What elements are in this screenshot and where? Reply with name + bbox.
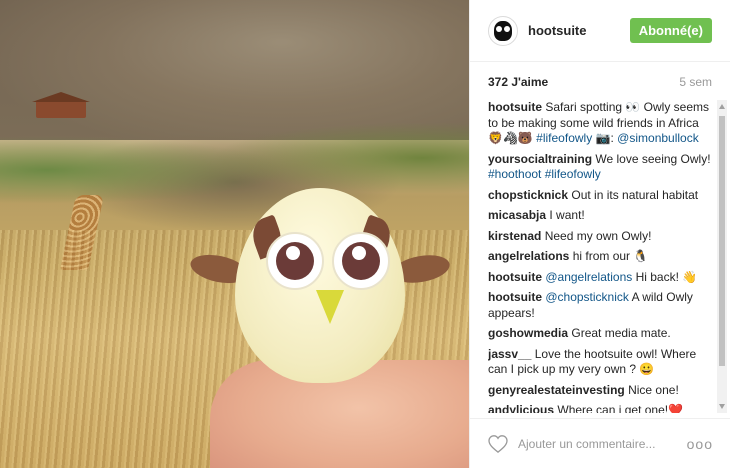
owl-right-eye: [332, 232, 390, 290]
comment-item: andylicious Where can i get one!❤️: [488, 403, 716, 413]
comment-user[interactable]: genyrealestateinvesting: [488, 383, 625, 397]
post-stats: 372 J'aime 5 sem: [470, 62, 730, 102]
mention-link[interactable]: @chopsticknick: [545, 290, 629, 304]
post-age[interactable]: 5 sem: [679, 75, 712, 89]
add-comment-input[interactable]: Ajouter un commentaire...: [518, 437, 655, 451]
comment-user[interactable]: yoursocialtraining: [488, 152, 592, 166]
comment-item: hootsuite Safari spotting 👀 Owly seems t…: [488, 100, 716, 147]
comment-item: hootsuite @chopsticknick A wild Owly app…: [488, 290, 716, 321]
hootsuite-logo-icon: [494, 20, 512, 41]
comment-user[interactable]: hootsuite: [488, 270, 542, 284]
comment-text: We love seeing Owly!: [595, 151, 711, 166]
hashtag-link[interactable]: #hoothoot #lifeofowly: [488, 167, 601, 181]
comment-text: hi from our 🐧: [572, 249, 649, 263]
like-heart-icon[interactable]: [488, 434, 508, 453]
comment-user[interactable]: kirstenad: [488, 229, 541, 243]
comment-user[interactable]: goshowmedia: [488, 326, 568, 340]
likes-count[interactable]: 372 J'aime: [488, 75, 548, 89]
comment-item: yoursocialtraining We love seeing Owly! …: [488, 152, 716, 183]
comment-text: 📷:: [595, 131, 614, 145]
owl-left-eye: [266, 232, 324, 290]
comment-user[interactable]: chopsticknick: [488, 188, 568, 202]
follow-button[interactable]: Abonné(e): [629, 18, 712, 43]
comment-item: chopsticknick Out in its natural habitat: [488, 188, 716, 204]
comment-text: Out in its natural habitat: [571, 187, 699, 202]
comment-user[interactable]: hootsuite: [488, 100, 542, 114]
mention-link[interactable]: @simonbullock: [617, 131, 699, 145]
comment-text: I want!: [549, 208, 585, 222]
comment-item: kirstenad Need my own Owly!: [488, 229, 716, 245]
photo-hut: [32, 92, 90, 118]
owl-beak: [316, 290, 344, 324]
post-panel: hootsuite Abonné(e) 372 J'aime 5 sem hoo…: [469, 0, 730, 468]
avatar[interactable]: [488, 15, 518, 46]
comment-user[interactable]: angelrelations: [488, 249, 569, 263]
comment-item: angelrelations hi from our 🐧: [488, 249, 716, 265]
comments-scrollbar[interactable]: [717, 100, 727, 413]
comment-user[interactable]: andylicious: [488, 403, 554, 413]
post-header: hootsuite Abonné(e): [470, 0, 730, 62]
hashtag-link[interactable]: #lifeofowly: [536, 131, 592, 145]
comments-list: hootsuite Safari spotting 👀 Owly seems t…: [488, 100, 716, 413]
comment-item: goshowmedia Great media mate.: [488, 326, 716, 342]
comment-text: Need my own Owly!: [544, 228, 652, 243]
comment-text: Where can i get one!❤️: [557, 403, 684, 413]
comment-text: Great media mate.: [571, 326, 671, 340]
more-options-icon[interactable]: ooo: [687, 436, 713, 452]
comment-item: hootsuite @angelrelations Hi back! 👋: [488, 270, 716, 286]
comment-item: genyrealestateinvesting Nice one!: [488, 383, 716, 399]
comment-text: Nice one!: [628, 382, 679, 397]
mention-link[interactable]: @angelrelations: [545, 270, 632, 284]
scroll-down-arrow-icon[interactable]: [719, 404, 725, 409]
comment-user[interactable]: jassv__: [488, 347, 531, 361]
comment-footer: Ajouter un commentaire... ooo: [470, 418, 730, 468]
comment-item: micasabja I want!: [488, 208, 716, 224]
comment-user[interactable]: micasabja: [488, 208, 546, 222]
comment-item: jassv__ Love the hootsuite owl! Where ca…: [488, 347, 716, 378]
scrollbar-thumb[interactable]: [719, 116, 725, 366]
scroll-up-arrow-icon[interactable]: [719, 104, 725, 109]
comment-user[interactable]: hootsuite: [488, 290, 542, 304]
username-link[interactable]: hootsuite: [528, 23, 587, 38]
comment-text: Hi back! 👋: [635, 269, 698, 284]
photo-bushes: [0, 110, 469, 230]
post-photo: [0, 0, 469, 468]
